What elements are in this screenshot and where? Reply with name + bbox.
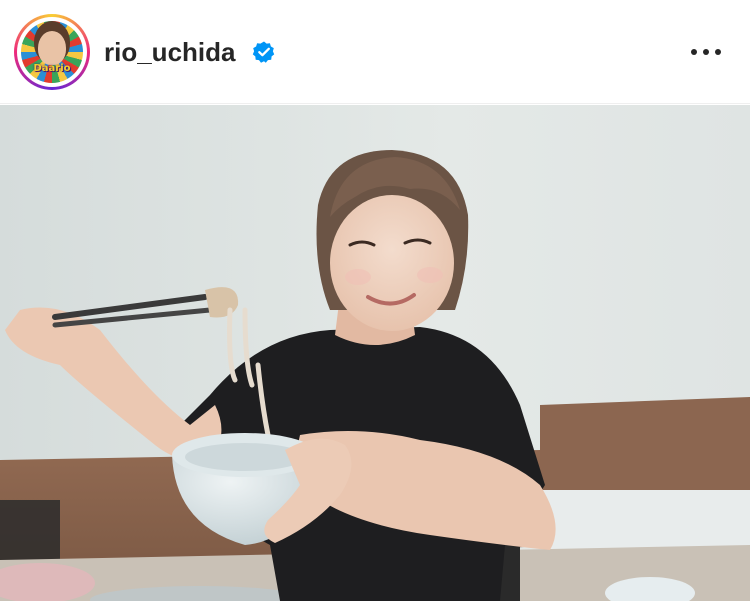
more-options-button[interactable] bbox=[684, 36, 728, 68]
verified-badge-icon bbox=[252, 41, 275, 63]
username[interactable]: rio_uchida bbox=[104, 36, 235, 68]
more-horizontal-icon bbox=[691, 49, 697, 55]
photo-illustration bbox=[0, 105, 750, 601]
story-ring[interactable]: Daario bbox=[14, 14, 90, 90]
post-photo[interactable] bbox=[0, 105, 750, 601]
post-header: Daario rio_uchida bbox=[0, 0, 750, 104]
instagram-post: Daario rio_uchida bbox=[0, 0, 750, 601]
avatar[interactable]: Daario bbox=[21, 21, 83, 83]
avatar-logo-text: Daario bbox=[33, 63, 71, 74]
